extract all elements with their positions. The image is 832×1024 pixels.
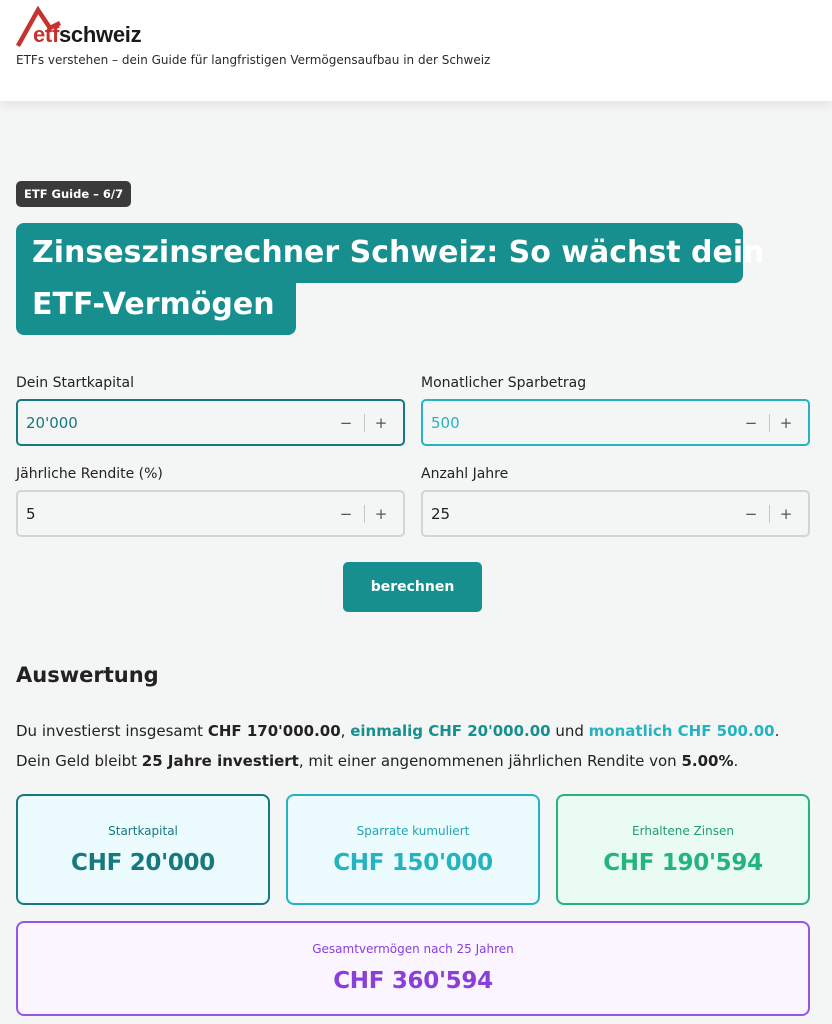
guide-step-badge: ETF Guide – 6/7 bbox=[16, 181, 132, 207]
summary-years: 25 Jahre investiert bbox=[141, 752, 299, 770]
startkapital-increment-button[interactable]: + bbox=[370, 411, 392, 435]
rendite-field: − + bbox=[16, 490, 405, 537]
sparbetrag-field: − + bbox=[421, 399, 810, 446]
calculate-button[interactable]: berechnen bbox=[343, 562, 482, 612]
site-logo[interactable]: etfschweiz bbox=[16, 6, 216, 48]
summary-text-line-2: Dein Geld bleibt 25 Jahre investiert, mi… bbox=[16, 751, 738, 771]
sparbetrag-increment-button[interactable]: + bbox=[775, 411, 797, 435]
startkapital-input[interactable] bbox=[26, 401, 326, 444]
results-heading: Auswertung bbox=[16, 663, 159, 687]
jahre-field: − + bbox=[421, 490, 810, 537]
stepper-divider bbox=[769, 505, 770, 523]
startkapital-field: − + bbox=[16, 399, 405, 446]
jahre-decrement-button[interactable]: − bbox=[740, 502, 762, 526]
summary-text: Du investierst insgesamt bbox=[16, 722, 208, 740]
jahre-input[interactable] bbox=[431, 492, 731, 535]
gesamtvermoegen-card-label: Gesamtvermögen nach 25 Jahren bbox=[312, 942, 514, 956]
startkapital-card: Startkapital CHF 20'000 bbox=[16, 794, 270, 905]
sparbetrag-input[interactable] bbox=[431, 401, 731, 444]
stepper-divider bbox=[769, 414, 770, 432]
summary-text: , bbox=[340, 722, 351, 740]
sparrate-card-value: CHF 150'000 bbox=[333, 850, 493, 876]
summary-text: , mit einer angenommenen jährlichen Rend… bbox=[298, 752, 682, 770]
startkapital-label: Dein Startkapital bbox=[16, 375, 134, 391]
zinsen-card-label: Erhaltene Zinsen bbox=[632, 824, 734, 838]
jahre-label: Anzahl Jahre bbox=[421, 466, 509, 482]
rendite-input[interactable] bbox=[26, 492, 326, 535]
site-tagline: ETFs verstehen – dein Guide für langfris… bbox=[16, 53, 491, 67]
site-header: etfschweiz ETFs verstehen – dein Guide f… bbox=[0, 0, 832, 101]
gesamtvermoegen-card-value: CHF 360'594 bbox=[333, 968, 493, 994]
summary-text: und bbox=[550, 722, 589, 740]
logo-etf-text: etf bbox=[33, 22, 59, 47]
summary-rendite: 5.00% bbox=[681, 752, 734, 770]
page-title-line-1: Zinseszinsrechner Schweiz: So wächst dei… bbox=[16, 223, 765, 283]
sparrate-card: Sparrate kumuliert CHF 150'000 bbox=[286, 794, 540, 905]
page-title-line-2: ETF-Vermögen bbox=[16, 276, 296, 335]
zinsen-card-value: CHF 190'594 bbox=[603, 850, 763, 876]
rendite-decrement-button[interactable]: − bbox=[335, 502, 357, 526]
sparbetrag-decrement-button[interactable]: − bbox=[740, 411, 762, 435]
gesamtvermoegen-card: Gesamtvermögen nach 25 Jahren CHF 360'59… bbox=[16, 921, 810, 1016]
summary-text: . bbox=[774, 722, 780, 740]
rendite-increment-button[interactable]: + bbox=[370, 502, 392, 526]
startkapital-card-value: CHF 20'000 bbox=[71, 850, 215, 876]
logo-schweiz-text: schweiz bbox=[59, 22, 142, 47]
startkapital-decrement-button[interactable]: − bbox=[335, 411, 357, 435]
startkapital-card-label: Startkapital bbox=[108, 824, 178, 838]
stepper-divider bbox=[364, 414, 365, 432]
summary-text: Dein Geld bleibt bbox=[16, 752, 142, 770]
summary-text: . bbox=[733, 752, 739, 770]
summary-total-invested: CHF 170'000.00 bbox=[207, 722, 341, 740]
summary-einmalig: einmalig CHF 20'000.00 bbox=[350, 722, 551, 740]
summary-monatlich: monatlich CHF 500.00 bbox=[588, 722, 775, 740]
sparrate-card-label: Sparrate kumuliert bbox=[356, 824, 470, 838]
sparbetrag-label: Monatlicher Sparbetrag bbox=[421, 375, 587, 391]
jahre-increment-button[interactable]: + bbox=[775, 502, 797, 526]
summary-text-line-1: Du investierst insgesamt CHF 170'000.00,… bbox=[16, 721, 779, 741]
logo-wordmark: etfschweiz bbox=[33, 22, 142, 47]
zinsen-card: Erhaltene Zinsen CHF 190'594 bbox=[556, 794, 810, 905]
stepper-divider bbox=[364, 505, 365, 523]
rendite-label: Jährliche Rendite (%) bbox=[16, 466, 163, 482]
